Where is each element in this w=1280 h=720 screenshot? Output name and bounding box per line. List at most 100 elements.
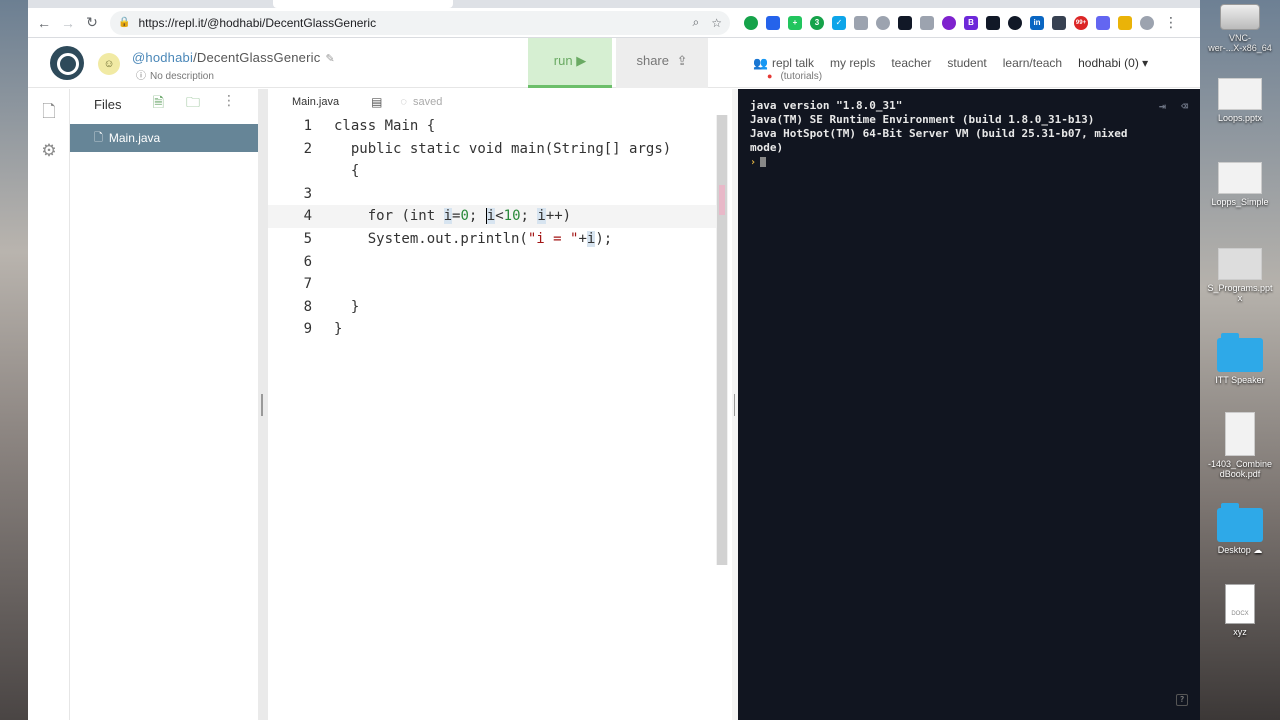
- repl-description[interactable]: ⓘ No description: [136, 67, 214, 82]
- console-prompt-line[interactable]: ›: [750, 155, 1188, 170]
- cloud-icon[interactable]: [920, 15, 934, 30]
- console-line: Java(TM) SE Runtime Environment (build 1…: [750, 113, 1095, 126]
- url-text[interactable]: https://repl.it/@hodhabi/DecentGlassGene…: [138, 16, 680, 30]
- console-clear-icon[interactable]: ⌫: [1181, 99, 1188, 113]
- browser-window: ← → ↻ 🔒 https://repl.it/@hodhabi/DecentG…: [28, 0, 1200, 720]
- notification-dot-icon: ●: [767, 71, 773, 81]
- editor-scrollbar[interactable]: [716, 115, 728, 565]
- code-line[interactable]: 4 for (int i=0; i<10; i++): [268, 205, 716, 228]
- nav-my-repls[interactable]: my repls: [830, 56, 875, 70]
- nav-student[interactable]: student: [947, 56, 986, 70]
- pin-icon[interactable]: [854, 15, 868, 30]
- bootstrap-icon[interactable]: B: [964, 15, 978, 30]
- code-line[interactable]: 5 System.out.println("i = "+i);: [268, 228, 716, 251]
- desktop-icon-lopps-simple[interactable]: Lopps_Simple: [1200, 162, 1280, 207]
- files-title: Files: [94, 96, 122, 112]
- replit-logo-icon[interactable]: [50, 46, 84, 80]
- repl-name: /DecentGlassGeneric: [193, 50, 321, 65]
- tab-main-java[interactable]: Main.java: [268, 96, 353, 108]
- console-expand-icon[interactable]: ⇥: [1159, 99, 1166, 113]
- blue-hex-icon[interactable]: [1096, 15, 1110, 30]
- green-plus-icon[interactable]: +: [788, 15, 802, 30]
- desktop-icon-programs-pptx[interactable]: S_Programs.ppt x: [1200, 248, 1280, 303]
- desktop-icon-desktop-folder[interactable]: Desktop ☁: [1200, 503, 1280, 556]
- code-area[interactable]: 1 class Main { 2 public static void main(…: [268, 115, 716, 341]
- desktop-icon-loops-pptx[interactable]: Loops.pptx: [1200, 78, 1280, 123]
- avatar[interactable]: ☺: [98, 53, 120, 75]
- forward-icon[interactable]: →: [56, 15, 80, 31]
- desktop-icon-vnc[interactable]: VNC- wer-...X-x86_64: [1200, 4, 1280, 53]
- console-output[interactable]: java version "1.8.0_31" Java(TM) SE Runt…: [738, 89, 1200, 720]
- folder-icon: [1217, 333, 1263, 372]
- add-file-icon[interactable]: 🗎: [153, 92, 164, 116]
- camera-icon[interactable]: [1052, 15, 1066, 30]
- nav-repl-talk[interactable]: 👥 repl talk ● (tutorials): [753, 56, 822, 82]
- more-options-icon[interactable]: ⋮: [222, 92, 236, 116]
- code-line[interactable]: 1 class Main {: [268, 115, 716, 138]
- grammarly-icon[interactable]: [744, 15, 758, 30]
- back-icon[interactable]: ←: [32, 15, 56, 31]
- code-line[interactable]: 8 }: [268, 296, 716, 319]
- hangouts-icon[interactable]: 3: [810, 15, 824, 30]
- files-icon[interactable]: 🗋: [40, 99, 58, 128]
- reload-icon[interactable]: ↻: [80, 14, 104, 31]
- ext-dark-icon[interactable]: [898, 15, 912, 30]
- settings-gear-icon[interactable]: ⚙: [40, 141, 58, 161]
- drive-icon: [1220, 4, 1260, 30]
- bookmark-star-icon[interactable]: ☆: [711, 16, 722, 30]
- format-icon[interactable]: ▤: [371, 95, 382, 109]
- nav-teacher[interactable]: teacher: [891, 56, 931, 70]
- mail-badge-icon[interactable]: 99+: [1074, 15, 1088, 30]
- help-icon[interactable]: ?: [1176, 694, 1188, 706]
- side-rail: 🗋 ⚙: [28, 89, 70, 720]
- pencil-icon[interactable]: ✎: [325, 53, 334, 65]
- desktop-icon-combined-book[interactable]: -1403_Combine dBook.pdf: [1200, 412, 1280, 479]
- browser-menu-icon[interactable]: ⋮: [1164, 14, 1178, 31]
- share-button[interactable]: share ⇪: [616, 38, 708, 88]
- run-button[interactable]: run ▶: [528, 38, 612, 88]
- desktop-icon-itt-speaker[interactable]: ITT Speaker: [1200, 333, 1280, 385]
- profile-icon[interactable]: [1140, 15, 1154, 30]
- code-line[interactable]: 6: [268, 251, 716, 274]
- console-cursor: [760, 157, 767, 167]
- info-icon: ⓘ: [136, 71, 146, 82]
- repl-header: ☺ @hodhabi/DecentGlassGeneric ✎ ⓘ No descr…: [28, 38, 1200, 88]
- drive-icon[interactable]: [876, 15, 890, 30]
- pane-resize-handle[interactable]: [258, 89, 268, 720]
- code-line[interactable]: 2 public static void main(String[] args): [268, 138, 716, 161]
- repl-title[interactable]: @hodhabi/DecentGlassGeneric ✎: [132, 50, 335, 65]
- yellow-icon[interactable]: [1118, 15, 1132, 30]
- scrollbar-thumb[interactable]: [717, 115, 727, 565]
- linkedin-icon[interactable]: in: [1030, 15, 1044, 30]
- file-tree: Files 🗎 🗀 ⋮ 🗋 Main.java: [70, 89, 258, 720]
- code-line[interactable]: 7: [268, 273, 716, 296]
- repl-owner[interactable]: @hodhabi: [132, 50, 193, 65]
- blue-circle-icon[interactable]: [766, 15, 780, 30]
- opera-icon[interactable]: [986, 15, 1000, 30]
- code-line[interactable]: 3: [268, 183, 716, 206]
- onenote-icon[interactable]: [942, 15, 956, 30]
- code-line[interactable]: {: [268, 160, 716, 183]
- active-tab[interactable]: [273, 0, 453, 8]
- user-menu[interactable]: hodhabi (0) ▾: [1078, 56, 1148, 70]
- address-bar[interactable]: 🔒 https://repl.it/@hodhabi/DecentGlassGe…: [110, 10, 730, 35]
- folder-icon: [1217, 503, 1263, 542]
- file-item-main-java[interactable]: 🗋 Main.java: [70, 124, 258, 152]
- desktop-icon-xyz[interactable]: DOCX xyz: [1200, 584, 1280, 637]
- top-nav: 👥 repl talk ● (tutorials) my repls teacher…: [753, 56, 1148, 82]
- console-line: Java HotSpot(TM) 64-Bit Server VM (build…: [750, 127, 1128, 140]
- add-folder-icon[interactable]: 🗀: [186, 92, 200, 116]
- pdf-thumbnail-icon: [1225, 412, 1255, 456]
- nav-learn-teach[interactable]: learn/teach: [1003, 56, 1062, 70]
- check-icon[interactable]: ✓: [832, 15, 846, 30]
- console-line: java version "1.8.0_31": [750, 99, 903, 112]
- qr-icon[interactable]: [1008, 15, 1022, 30]
- people-icon: 👥: [753, 56, 768, 70]
- code-line[interactable]: 9}: [268, 318, 716, 341]
- zoom-icon[interactable]: ⌕: [693, 15, 700, 30]
- prompt-icon: ›: [750, 157, 757, 168]
- scrollbar-marker: [719, 185, 725, 215]
- nav-tutorials[interactable]: ● (tutorials): [767, 71, 822, 82]
- file-item-label: Main.java: [108, 131, 161, 145]
- code-editor[interactable]: Main.java ▤ ◌ saved 1 class Main { 2 publi…: [268, 89, 732, 720]
